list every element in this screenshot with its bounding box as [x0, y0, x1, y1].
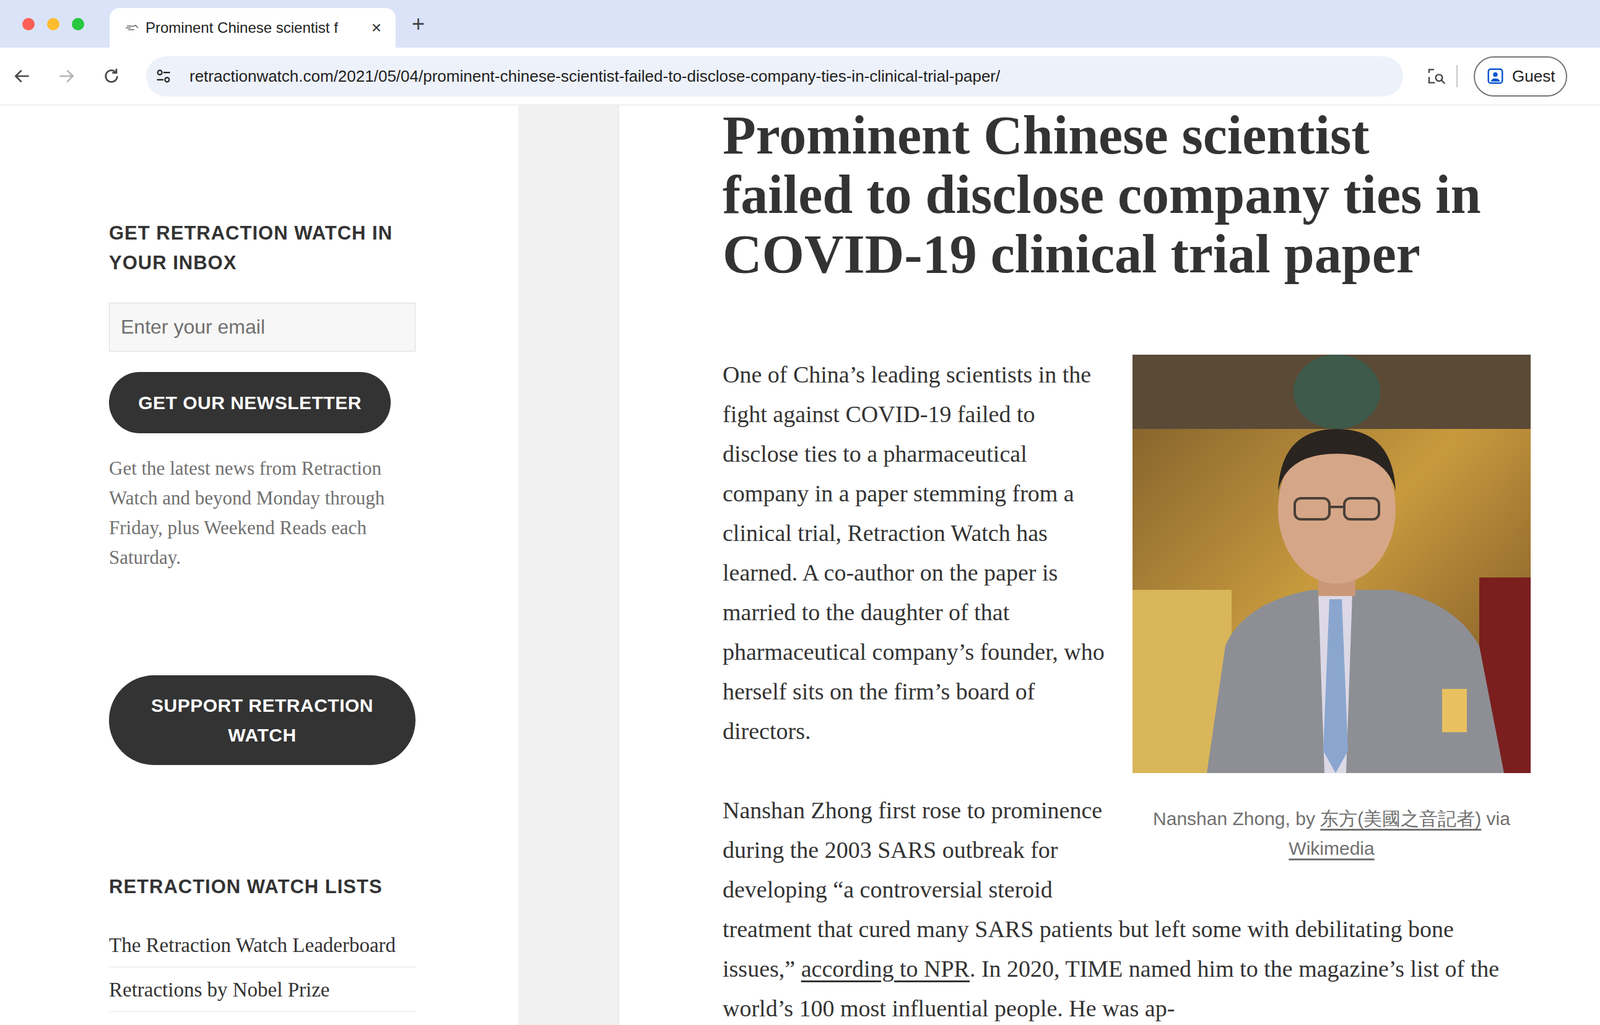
- new-tab-button[interactable]: +: [411, 11, 425, 37]
- portrait-image-icon: [1132, 354, 1531, 774]
- minimize-window-button[interactable]: [47, 17, 60, 31]
- tab-close-button[interactable]: ×: [367, 18, 386, 38]
- title-line: COVID-19 clinical trial paper: [722, 224, 1531, 285]
- article-figure: Nanshan Zhong, by 东方(美國之音記者) via Wikimed…: [1132, 354, 1531, 864]
- forward-button[interactable]: [52, 62, 80, 90]
- text-link[interactable]: Wikimedia: [1288, 838, 1374, 859]
- back-arrow-icon: [12, 66, 33, 87]
- sidebar: GET RETRACTION WATCH IN YOUR INBOX GET O…: [0, 105, 519, 1025]
- tab-strip: Prominent Chinese scientist f × +: [0, 0, 1600, 48]
- title-line: Prominent Chinese scientist: [722, 105, 1531, 166]
- lists-list: The Retraction Watch LeaderboardRetracti…: [108, 930, 416, 1013]
- article: Prominent Chinese scientistfailed to dis…: [619, 105, 1600, 1025]
- sidebar-gutter: [518, 105, 620, 1025]
- text-run: One of China’s leading scientists in the…: [722, 361, 1105, 745]
- text-link[interactable]: 东方(美國之音記者): [1320, 808, 1482, 830]
- site-settings-icon[interactable]: [154, 67, 173, 85]
- tab-title: Prominent Chinese scientist f: [145, 16, 361, 40]
- maximize-window-button[interactable]: [71, 17, 85, 31]
- profile-button[interactable]: Guest: [1473, 56, 1568, 97]
- browser-tab[interactable]: Prominent Chinese scientist f ×: [109, 8, 396, 48]
- list-link[interactable]: Retractions by Nobel Prize: [108, 967, 416, 1013]
- site-favicon-icon: [124, 20, 140, 36]
- text-run: via: [1481, 808, 1511, 830]
- newsletter-heading: GET RETRACTION WATCH IN YOUR INBOX: [108, 218, 416, 279]
- newsletter-description: Get the latest news from Retraction Watc…: [108, 453, 416, 573]
- back-button[interactable]: [8, 62, 36, 90]
- text-link[interactable]: according to NPR: [801, 956, 970, 983]
- close-window-button[interactable]: [22, 17, 35, 31]
- address-bar[interactable]: retractionwatch.com/2021/05/04/prominent…: [146, 56, 1404, 97]
- reload-icon: [101, 66, 122, 87]
- toolbar-separator: [1456, 65, 1458, 88]
- search-lens-icon: [1426, 66, 1447, 87]
- article-title: Prominent Chinese scientistfailed to dis…: [722, 105, 1531, 285]
- url-text[interactable]: retractionwatch.com/2021/05/04/prominent…: [189, 64, 1000, 89]
- portrait-photo: [1132, 354, 1531, 774]
- window-controls: [22, 17, 85, 31]
- title-line: failed to disclose company ties in: [722, 165, 1531, 225]
- lens-button[interactable]: [1422, 62, 1451, 90]
- profile-label: Guest: [1512, 64, 1555, 89]
- forward-arrow-icon: [56, 66, 77, 87]
- lists-heading: RETRACTION WATCH LISTS: [108, 872, 416, 903]
- list-link[interactable]: The Retraction Watch Leaderboard: [108, 930, 416, 968]
- page-content: GET RETRACTION WATCH IN YOUR INBOX GET O…: [0, 105, 1600, 1025]
- email-input[interactable]: [108, 302, 416, 352]
- person-icon: [1486, 66, 1505, 86]
- support-button[interactable]: SUPPORT RETRACTION WATCH: [108, 675, 416, 766]
- reload-button[interactable]: [97, 62, 126, 90]
- text-run: Nanshan Zhong, by: [1152, 808, 1321, 830]
- toolbar: retractionwatch.com/2021/05/04/prominent…: [0, 47, 1600, 106]
- newsletter-button[interactable]: GET OUR NEWSLETTER: [108, 372, 391, 434]
- article-body: Nanshan Zhong, by 东方(美國之音記者) via Wikimed…: [722, 354, 1531, 1025]
- figure-caption: Nanshan Zhong, by 东方(美國之音記者) via Wikimed…: [1132, 804, 1531, 864]
